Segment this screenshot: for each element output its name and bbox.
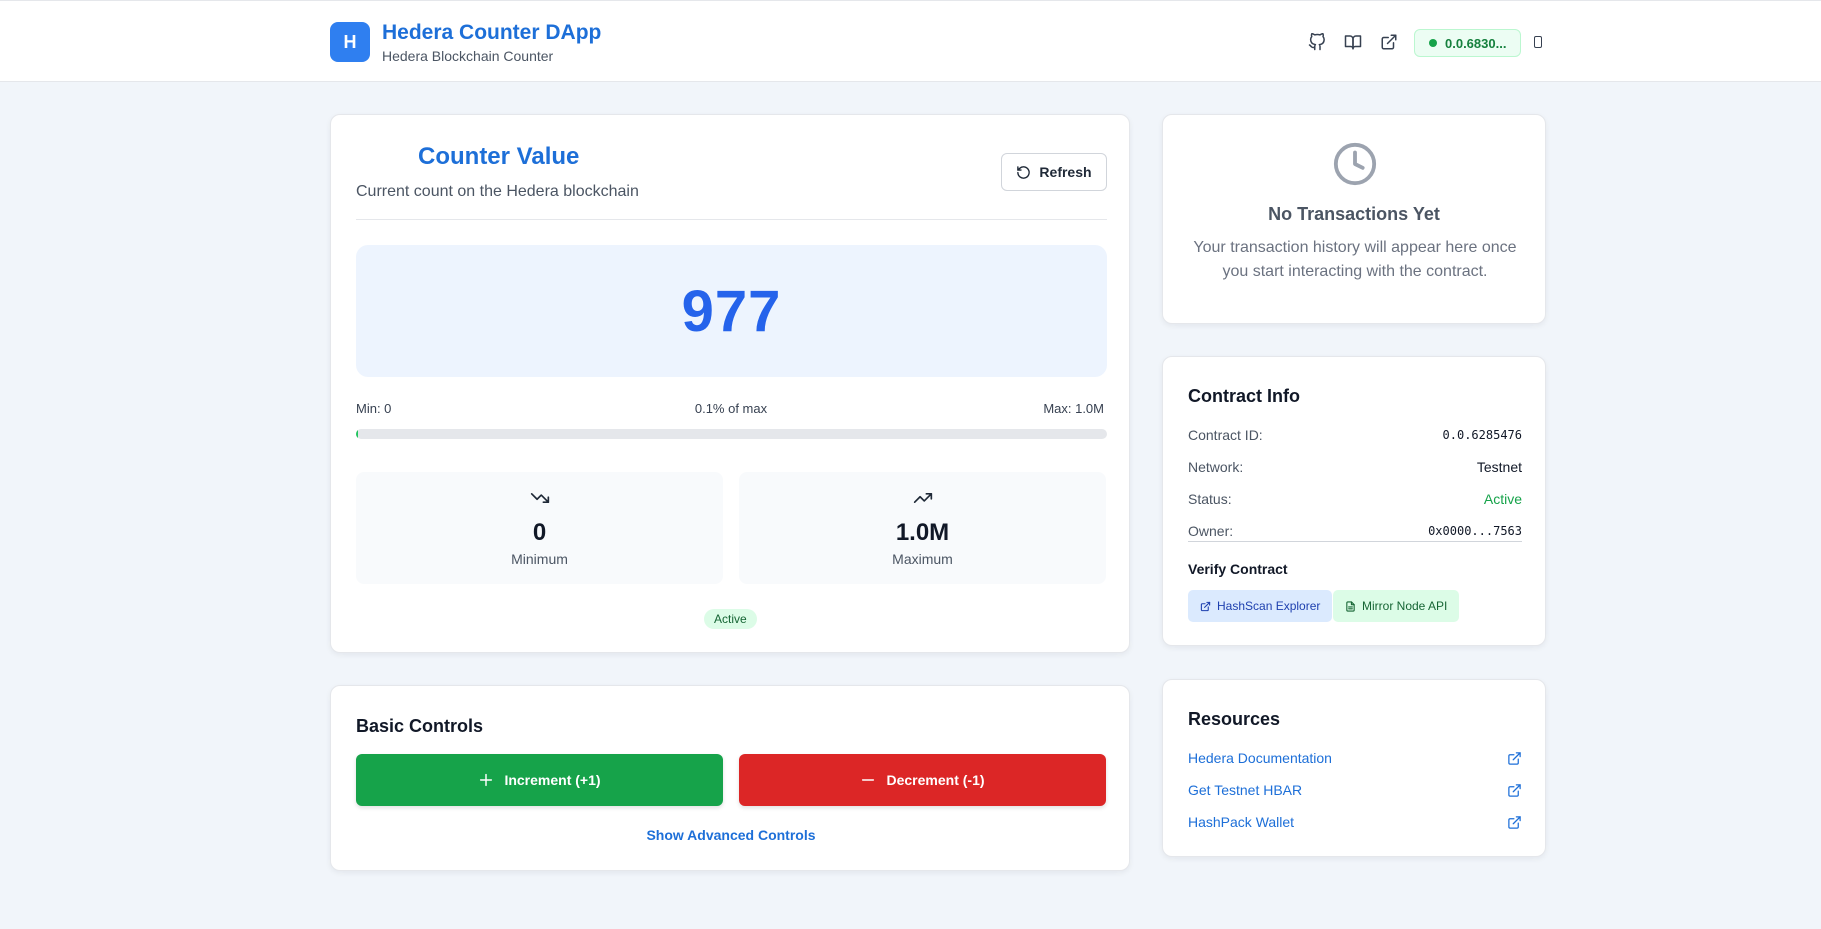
basic-controls-card: Basic Controls Increment (+1) Decrement … <box>330 685 1130 871</box>
logo-letter: H <box>343 31 357 52</box>
decrement-button[interactable]: Decrement (-1) <box>739 754 1106 806</box>
verify-contract-title: Verify Contract <box>1188 561 1288 577</box>
minimum-stat: 0 Minimum <box>356 472 723 584</box>
external-link-icon <box>1508 815 1521 829</box>
minus-icon <box>862 779 875 781</box>
app-title: Hedera Counter DApp <box>382 21 602 44</box>
wallet-account-button[interactable]: 0.0.6830... <box>1414 29 1521 57</box>
mobile-icon[interactable] <box>1534 36 1542 48</box>
maximum-label: Maximum <box>892 551 953 567</box>
hashpack-wallet-link[interactable]: HashPack Wallet <box>1188 810 1522 834</box>
minimum-label: Minimum <box>511 551 568 567</box>
get-testnet-hbar-link[interactable]: Get Testnet HBAR <box>1188 778 1522 802</box>
minimum-value: 0 <box>532 519 547 546</box>
app-subtitle: Hedera Blockchain Counter <box>382 48 554 64</box>
trending-down-icon <box>530 493 549 503</box>
no-transactions-description: Your transaction history will appear her… <box>1193 239 1517 280</box>
app-logo: H <box>330 22 370 62</box>
percent-label: 0.1% of max <box>694 401 768 416</box>
contract-info-title: Contract Info <box>1188 386 1300 406</box>
counter-value: 977 <box>681 278 782 344</box>
link-label: Hedera Documentation <box>1188 750 1332 766</box>
owner-value[interactable]: 0x0000...7563 <box>1428 524 1522 538</box>
contract-id-value: 0.0.6285476 <box>1442 428 1522 442</box>
trending-up-icon <box>913 493 932 503</box>
contract-info-card: Contract Info Contract ID: 0.0.6285476 N… <box>1162 356 1546 646</box>
contract-id-label: Contract ID: <box>1188 427 1263 443</box>
controls-title: Basic Controls <box>356 716 484 736</box>
external-link-icon <box>1508 783 1521 797</box>
network-value: Testnet <box>1476 459 1522 475</box>
refresh-label: Refresh <box>1039 164 1092 180</box>
link-label: HashPack Wallet <box>1188 814 1295 830</box>
status-value: Active <box>1483 491 1522 507</box>
hedera-documentation-link[interactable]: Hedera Documentation <box>1188 746 1522 770</box>
network-label: Network: <box>1188 459 1244 475</box>
maximum-value: 1.0M <box>895 519 950 546</box>
hashscan-explorer-button[interactable]: HashScan Explorer <box>1188 590 1333 622</box>
progress-fill <box>356 429 359 439</box>
increment-label: Increment (+1) <box>504 772 601 788</box>
connected-dot-icon <box>1429 39 1437 47</box>
refresh-icon <box>1017 165 1031 179</box>
network-row: Network: Testnet <box>1188 454 1522 480</box>
hashscan-label: HashScan Explorer <box>1217 599 1321 613</box>
clock-icon <box>1333 142 1377 186</box>
maximum-stat: 1.0M Maximum <box>739 472 1106 584</box>
file-icon <box>1346 600 1355 612</box>
github-icon[interactable] <box>1306 31 1328 53</box>
app-header: H Hedera Counter DApp Hedera Blockchain … <box>0 0 1821 82</box>
status-row: Status: Active <box>1188 486 1522 512</box>
status-badge: Active <box>704 609 757 629</box>
counter-card: Counter Value Current count on the Heder… <box>330 114 1130 653</box>
owner-label: Owner: <box>1188 523 1234 539</box>
mirror-node-label: Mirror Node API <box>1362 599 1448 613</box>
no-transactions-title: No Transactions Yet <box>1268 204 1440 224</box>
show-advanced-controls-link[interactable]: Show Advanced Controls <box>331 827 1131 843</box>
counter-description: Current count on the Hedera blockchain <box>356 183 639 200</box>
external-link-icon <box>1200 601 1211 611</box>
increment-button[interactable]: Increment (+1) <box>356 754 723 806</box>
counter-value-panel: 977 <box>356 245 1107 377</box>
wallet-id: 0.0.6830... <box>1445 35 1507 51</box>
max-label: Max: 1.0M <box>1043 401 1104 416</box>
resources-title: Resources <box>1188 709 1281 729</box>
transactions-card: No Transactions Yet Your transaction his… <box>1162 114 1546 324</box>
plus-icon <box>480 773 493 787</box>
divider <box>1188 541 1522 542</box>
status-label: Status: <box>1188 491 1232 507</box>
external-link-icon[interactable] <box>1378 31 1400 53</box>
counter-title: Counter Value <box>418 143 580 170</box>
link-label: Get Testnet HBAR <box>1188 782 1303 798</box>
decrement-label: Decrement (-1) <box>886 772 985 788</box>
book-icon[interactable] <box>1342 31 1364 53</box>
progress-bar <box>356 429 1107 439</box>
contract-id-row: Contract ID: 0.0.6285476 <box>1188 422 1522 448</box>
resources-card: Resources Hedera Documentation Get Testn… <box>1162 679 1546 857</box>
refresh-button[interactable]: Refresh <box>1001 153 1107 191</box>
divider <box>356 219 1107 220</box>
mirror-node-api-button[interactable]: Mirror Node API <box>1333 590 1460 622</box>
external-link-icon <box>1508 751 1521 765</box>
